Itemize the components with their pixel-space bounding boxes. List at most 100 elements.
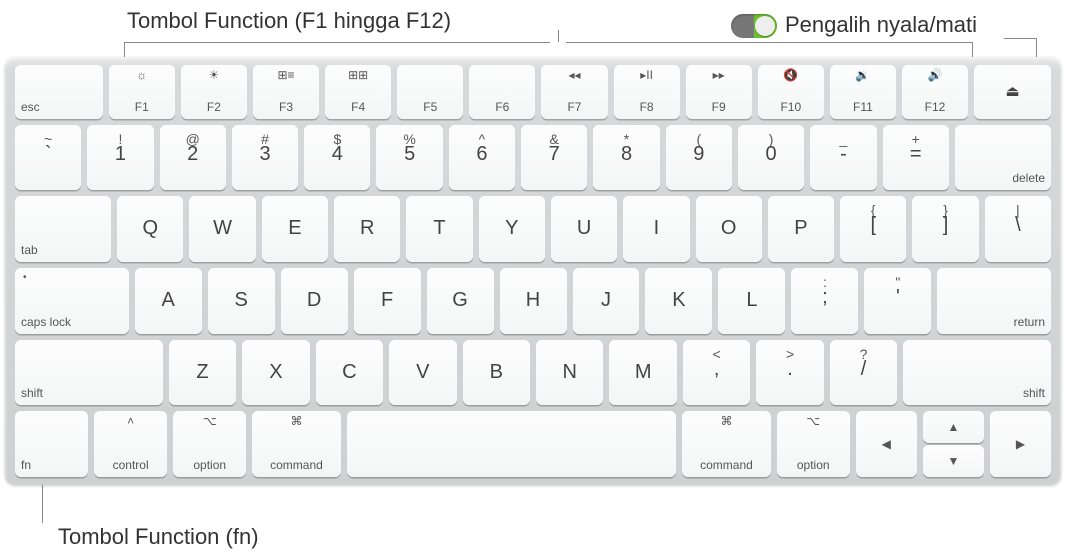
option-icon: ⌥ bbox=[777, 414, 850, 428]
f12-key[interactable]: 🔊F12 bbox=[902, 65, 968, 119]
option-left-key[interactable]: ⌥option bbox=[173, 411, 246, 477]
keyboard: esc ☼F1 ☀F2 ⊞≡F3 ⊞⊞F4 F5 F6 ◂◂F7 ▸IIF8 ▸… bbox=[5, 57, 1061, 485]
shift-left-key[interactable]: shift bbox=[15, 340, 163, 406]
command-left-key[interactable]: ⌘command bbox=[252, 411, 340, 477]
f4-key[interactable]: ⊞⊞F4 bbox=[325, 65, 391, 119]
key-upper: " bbox=[864, 274, 931, 290]
comma-key[interactable]: <, bbox=[683, 340, 750, 406]
f10-key[interactable]: 🔇F10 bbox=[758, 65, 824, 119]
key-upper: } bbox=[912, 202, 978, 218]
key-6[interactable]: ^6 bbox=[449, 125, 515, 191]
key-1[interactable]: !1 bbox=[87, 125, 153, 191]
letter: T bbox=[412, 217, 466, 240]
tab-key[interactable]: tab bbox=[15, 196, 111, 262]
fn-key[interactable]: fn bbox=[15, 411, 88, 477]
eject-key[interactable]: ⏏ bbox=[974, 65, 1051, 119]
f3-key[interactable]: ⊞≡F3 bbox=[253, 65, 319, 119]
key-v[interactable]: V bbox=[389, 340, 456, 406]
return-key[interactable]: return bbox=[937, 268, 1051, 334]
f5-key[interactable]: F5 bbox=[397, 65, 463, 119]
key-s[interactable]: S bbox=[208, 268, 275, 334]
option-right-key[interactable]: ⌥option bbox=[777, 411, 850, 477]
control-key[interactable]: ˄control bbox=[94, 411, 167, 477]
key-i[interactable]: I bbox=[623, 196, 689, 262]
backslash-key[interactable]: |\ bbox=[985, 196, 1051, 262]
key-f[interactable]: F bbox=[354, 268, 421, 334]
key-2[interactable]: @2 bbox=[160, 125, 226, 191]
bracket-left-key[interactable]: {[ bbox=[840, 196, 906, 262]
f-label: F3 bbox=[279, 100, 293, 114]
f8-key[interactable]: ▸IIF8 bbox=[614, 65, 680, 119]
key-m[interactable]: M bbox=[609, 340, 676, 406]
key-upper: < bbox=[683, 346, 750, 362]
bracket-right-key[interactable]: }] bbox=[912, 196, 978, 262]
key-g[interactable]: G bbox=[427, 268, 494, 334]
label-function-keys: Tombol Function (F1 hingga F12) bbox=[127, 8, 451, 34]
f6-key[interactable]: F6 bbox=[469, 65, 535, 119]
f1-key[interactable]: ☼F1 bbox=[109, 65, 175, 119]
key-q[interactable]: Q bbox=[117, 196, 183, 262]
key-9[interactable]: (9 bbox=[666, 125, 732, 191]
key-u[interactable]: U bbox=[551, 196, 617, 262]
key-h[interactable]: H bbox=[500, 268, 567, 334]
row-function: esc ☼F1 ☀F2 ⊞≡F3 ⊞⊞F4 F5 F6 ◂◂F7 ▸IIF8 ▸… bbox=[15, 65, 1051, 119]
key-0[interactable]: )0 bbox=[738, 125, 804, 191]
esc-key[interactable]: esc bbox=[15, 65, 103, 119]
f9-key[interactable]: ▸▸F9 bbox=[686, 65, 752, 119]
key-t[interactable]: T bbox=[406, 196, 472, 262]
key-j[interactable]: J bbox=[573, 268, 640, 334]
f7-key[interactable]: ◂◂F7 bbox=[541, 65, 607, 119]
delete-label: delete bbox=[1012, 171, 1045, 185]
key-8[interactable]: *8 bbox=[593, 125, 659, 191]
key-n[interactable]: N bbox=[536, 340, 603, 406]
letter: C bbox=[322, 361, 377, 384]
command-icon: ⌘ bbox=[682, 414, 770, 428]
key-l[interactable]: L bbox=[718, 268, 785, 334]
caps-lock-key[interactable]: caps lock bbox=[15, 268, 129, 334]
f2-key[interactable]: ☀F2 bbox=[181, 65, 247, 119]
key-k[interactable]: K bbox=[645, 268, 712, 334]
key-upper: ) bbox=[738, 131, 804, 147]
row-zxcv: shift Z X C V B N M <, >. ?/ shift bbox=[15, 340, 1051, 406]
semicolon-key[interactable]: :; bbox=[791, 268, 858, 334]
key-a[interactable]: A bbox=[135, 268, 202, 334]
key-b[interactable]: B bbox=[463, 340, 530, 406]
letter: R bbox=[340, 217, 394, 240]
key-e[interactable]: E bbox=[262, 196, 328, 262]
arrow-right-key[interactable]: ▶ bbox=[990, 411, 1051, 477]
f-label: F12 bbox=[925, 100, 946, 114]
letter: N bbox=[542, 361, 597, 384]
shift-right-key[interactable]: shift bbox=[903, 340, 1051, 406]
equals-key[interactable]: += bbox=[883, 125, 949, 191]
key-x[interactable]: X bbox=[242, 340, 309, 406]
period-key[interactable]: >. bbox=[756, 340, 823, 406]
key-5[interactable]: %5 bbox=[376, 125, 442, 191]
key-d[interactable]: D bbox=[281, 268, 348, 334]
key-y[interactable]: Y bbox=[479, 196, 545, 262]
eject-icon: ⏏ bbox=[980, 82, 1045, 100]
arrow-down-key[interactable]: ▼ bbox=[923, 445, 984, 477]
f11-key[interactable]: 🔉F11 bbox=[830, 65, 896, 119]
arrow-left-key[interactable]: ◀ bbox=[856, 411, 917, 477]
key-w[interactable]: W bbox=[189, 196, 255, 262]
backtick-key[interactable]: ~` bbox=[15, 125, 81, 191]
key-z[interactable]: Z bbox=[169, 340, 236, 406]
key-4[interactable]: $4 bbox=[304, 125, 370, 191]
slash-key[interactable]: ?/ bbox=[830, 340, 897, 406]
command-icon: ⌘ bbox=[252, 414, 340, 428]
key-upper: ~ bbox=[15, 131, 81, 147]
quote-key[interactable]: "' bbox=[864, 268, 931, 334]
delete-key[interactable]: delete bbox=[955, 125, 1051, 191]
on-off-switch[interactable] bbox=[731, 14, 777, 38]
key-c[interactable]: C bbox=[316, 340, 383, 406]
key-7[interactable]: &7 bbox=[521, 125, 587, 191]
key-r[interactable]: R bbox=[334, 196, 400, 262]
f-label: F2 bbox=[207, 100, 221, 114]
arrow-up-key[interactable]: ▲ bbox=[923, 411, 984, 443]
key-o[interactable]: O bbox=[696, 196, 762, 262]
command-right-key[interactable]: ⌘command bbox=[682, 411, 770, 477]
minus-key[interactable]: _- bbox=[810, 125, 876, 191]
key-3[interactable]: #3 bbox=[232, 125, 298, 191]
key-p[interactable]: P bbox=[768, 196, 834, 262]
spacebar-key[interactable] bbox=[347, 411, 677, 477]
